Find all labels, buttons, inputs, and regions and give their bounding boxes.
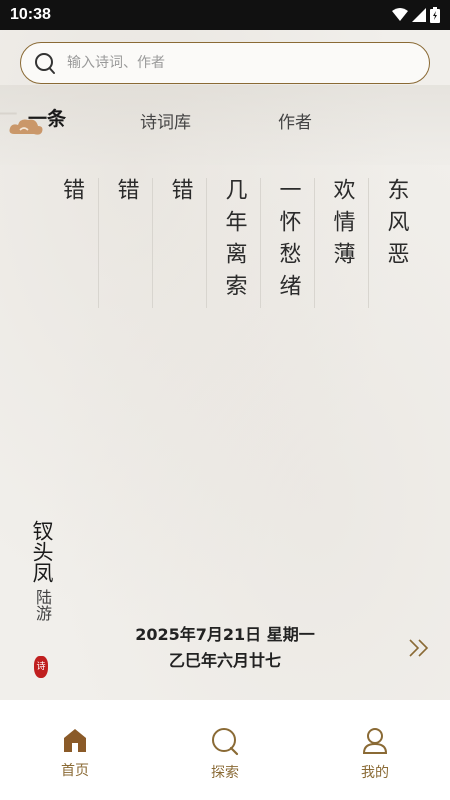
nav-home[interactable]: 首页	[35, 726, 115, 780]
poem-line-text: 错	[59, 178, 84, 210]
poem-author: 陆游	[33, 589, 52, 621]
search-icon	[35, 53, 55, 74]
poem-line: 一怀愁绪	[260, 178, 314, 308]
poem-line: 错	[98, 178, 152, 308]
nav-profile-label: 我的	[361, 765, 389, 781]
gregorian-date: 2025年7月21日 星期一	[135, 625, 315, 644]
search-input[interactable]	[65, 54, 389, 72]
home-icon	[64, 729, 86, 752]
explore-icon	[212, 728, 239, 756]
tab-poetry-library[interactable]: 诗词库	[140, 108, 191, 133]
nav-explore-label: 探索	[211, 765, 239, 781]
bottom-nav: 首页 探索 我的	[0, 700, 450, 800]
main-page: ̶ 一条 诗词库 作者 东风恶 欢情薄 一怀愁绪 几年离索 错 错 错 钗头凤 …	[0, 30, 450, 700]
wifi-icon	[392, 8, 408, 21]
seal-stamp: 诗	[34, 656, 48, 678]
poem-title: 钗头凤	[30, 520, 54, 583]
poem-line-text: 几年离索	[221, 178, 247, 306]
nav-profile[interactable]: 我的	[335, 726, 415, 782]
poem-line: 欢情薄	[314, 178, 368, 308]
poem-line: 东风恶	[368, 178, 422, 308]
poem-body: 东风恶 欢情薄 一怀愁绪 几年离索 错 错 错	[44, 178, 422, 308]
lunar-date: 乙巳年六月廿七	[168, 651, 281, 670]
status-time: 10:38	[10, 6, 51, 23]
tab-authors[interactable]: 作者	[278, 108, 312, 133]
status-icons	[392, 7, 440, 23]
cloud-ornament-icon	[9, 119, 43, 135]
battery-icon	[430, 7, 440, 23]
signal-icon	[412, 8, 426, 22]
search-bar[interactable]	[20, 42, 430, 84]
poem-line: 错	[152, 178, 206, 308]
poem-title-block[interactable]: 钗头凤 陆游	[28, 520, 56, 621]
double-chevron-right-icon[interactable]	[407, 638, 431, 658]
poem-line-text: 错	[113, 178, 139, 210]
poem-line-text: 东风恶	[383, 178, 409, 274]
nav-explore[interactable]: 探索	[185, 726, 265, 782]
nav-home-label: 首页	[61, 763, 89, 779]
poem-line: 错	[44, 178, 98, 308]
poem-line-text: 错	[167, 178, 193, 210]
poem-line-text: 一怀愁绪	[275, 178, 301, 306]
poem-line-text: 欢情薄	[329, 178, 355, 274]
date-display: 2025年7月21日 星期一 乙巳年六月廿七	[100, 622, 350, 674]
status-bar: 10:38	[0, 0, 450, 30]
profile-icon	[362, 728, 388, 754]
poem-line: 几年离索	[206, 178, 260, 308]
tab-bar: 一条 诗词库 作者	[0, 102, 450, 138]
